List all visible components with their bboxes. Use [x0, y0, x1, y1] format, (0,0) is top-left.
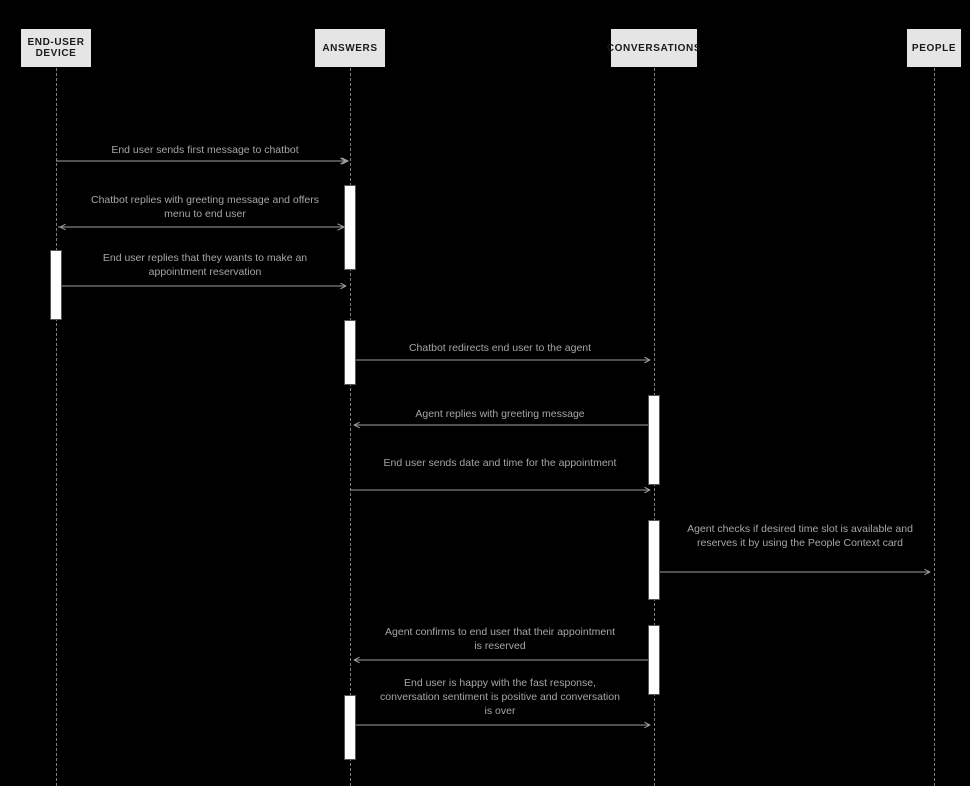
lifeline-end-user-device — [56, 68, 57, 786]
activation-answers-1 — [344, 185, 356, 270]
activation-answers-3 — [344, 695, 356, 760]
lifeline-answers — [350, 68, 351, 786]
sequence-diagram: END-USER DEVICE ANSWERS CONVERSATIONS PE… — [0, 0, 970, 786]
activation-conversations-1 — [648, 395, 660, 485]
msg-text-7: Agent checks if desired time slot is ava… — [680, 522, 920, 550]
msg-text-8: Agent confirms to end user that their ap… — [380, 625, 620, 653]
participant-label: ANSWERS — [322, 43, 377, 54]
participant-label: PEOPLE — [912, 43, 956, 54]
activation-conversations-2 — [648, 520, 660, 600]
msg-text-5: Agent replies with greeting message — [380, 407, 620, 421]
participant-label: END-USER DEVICE — [27, 37, 85, 59]
participant-people: PEOPLE — [906, 28, 962, 68]
arrows-layer — [0, 0, 970, 786]
activation-end-user-1 — [50, 250, 62, 320]
lifeline-people — [934, 68, 935, 786]
msg-text-1: End user sends first message to chatbot — [85, 143, 325, 157]
msg-text-2: Chatbot replies with greeting message an… — [85, 193, 325, 221]
msg-text-4: Chatbot redirects end user to the agent — [380, 341, 620, 355]
msg-text-9: End user is happy with the fast response… — [380, 676, 620, 719]
participant-label: CONVERSATIONS — [607, 43, 701, 54]
activation-conversations-3 — [648, 625, 660, 695]
msg-text-6: End user sends date and time for the app… — [380, 456, 620, 470]
participant-conversations: CONVERSATIONS — [610, 28, 698, 68]
participant-answers: ANSWERS — [314, 28, 386, 68]
arrows — [0, 0, 970, 786]
participant-end-user-device: END-USER DEVICE — [20, 28, 92, 68]
msg-text-3: End user replies that they wants to make… — [85, 251, 325, 279]
activation-answers-2 — [344, 320, 356, 385]
